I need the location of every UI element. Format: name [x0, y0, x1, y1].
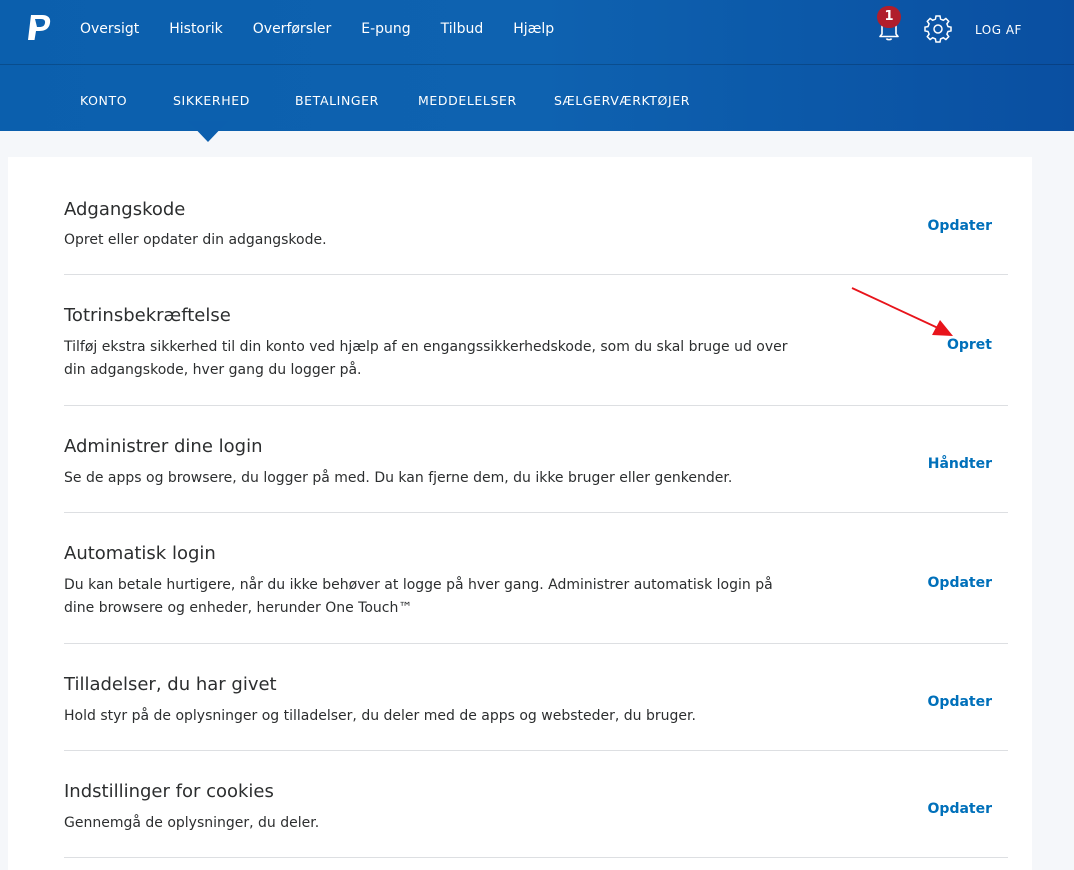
nav-overforsler[interactable]: Overførsler: [253, 0, 331, 60]
setting-row-logins: Administrer dine login Se de apps og bro…: [64, 406, 1008, 513]
setting-description: Opret eller opdater din adgangskode.: [64, 232, 327, 248]
update-permissions-link[interactable]: Opdater: [928, 694, 992, 710]
setting-description: Tilføj ekstra sikkerhed til din konto ve…: [64, 339, 788, 378]
notification-badge[interactable]: 1: [877, 6, 901, 28]
nav-hjaelp[interactable]: Hjælp: [513, 0, 554, 60]
setting-row-password: Adgangskode Opret eller opdater din adga…: [64, 199, 1008, 275]
nav-tilbud[interactable]: Tilbud: [441, 0, 484, 60]
tab-betalinger[interactable]: BETALINGER: [295, 65, 379, 137]
tab-meddelelser[interactable]: MEDDELELSER: [418, 65, 517, 137]
setting-title: Automatisk login: [64, 543, 216, 564]
update-password-link[interactable]: Opdater: [928, 218, 992, 234]
setting-description: Hold styr på de oplysninger og tilladels…: [64, 708, 696, 724]
main-navigation: Oversigt Historik Overførsler E-pung Til…: [80, 0, 584, 60]
update-cookies-link[interactable]: Opdater: [928, 801, 992, 817]
setting-description: Gennemgå de oplysninger, du deler.: [64, 815, 320, 831]
setting-row-permissions: Tilladelser, du har givet Hold styr på d…: [64, 644, 1008, 751]
top-header: Oversigt Historik Overførsler E-pung Til…: [0, 0, 1074, 131]
red-arrow-icon: [851, 287, 953, 336]
setting-description: Du kan betale hurtigere, når du ikke beh…: [64, 577, 773, 616]
active-tab-indicator: [188, 121, 228, 142]
setting-title: Totrinsbekræftelse: [64, 305, 231, 326]
setting-row-auto-login: Automatisk login Du kan betale hurtigere…: [64, 513, 1008, 644]
setting-title: Tilladelser, du har givet: [64, 674, 277, 695]
setting-title: Indstillinger for cookies: [64, 781, 274, 802]
setting-title: Administrer dine login: [64, 436, 263, 457]
tab-saelgervaerktojer[interactable]: SÆLGERVÆRKTØJER: [554, 65, 690, 137]
nav-historik[interactable]: Historik: [169, 0, 223, 60]
settings-subnav: KONTO SIKKERHED BETALINGER MEDDELELSER S…: [0, 65, 1074, 131]
manage-logins-link[interactable]: Håndter: [928, 456, 992, 472]
nav-e-pung[interactable]: E-pung: [361, 0, 410, 60]
setting-row-cookies: Indstillinger for cookies Gennemgå de op…: [64, 751, 1008, 858]
tab-konto[interactable]: KONTO: [80, 65, 127, 137]
gear-icon[interactable]: [924, 15, 952, 43]
setting-description: Se de apps og browsere, du logger på med…: [64, 470, 733, 486]
update-auto-login-link[interactable]: Opdater: [928, 575, 992, 591]
nav-oversigt[interactable]: Oversigt: [80, 0, 139, 60]
paypal-logo-icon[interactable]: [25, 13, 53, 43]
setting-title: Adgangskode: [64, 199, 186, 220]
logout-link[interactable]: LOG AF: [975, 22, 1022, 38]
